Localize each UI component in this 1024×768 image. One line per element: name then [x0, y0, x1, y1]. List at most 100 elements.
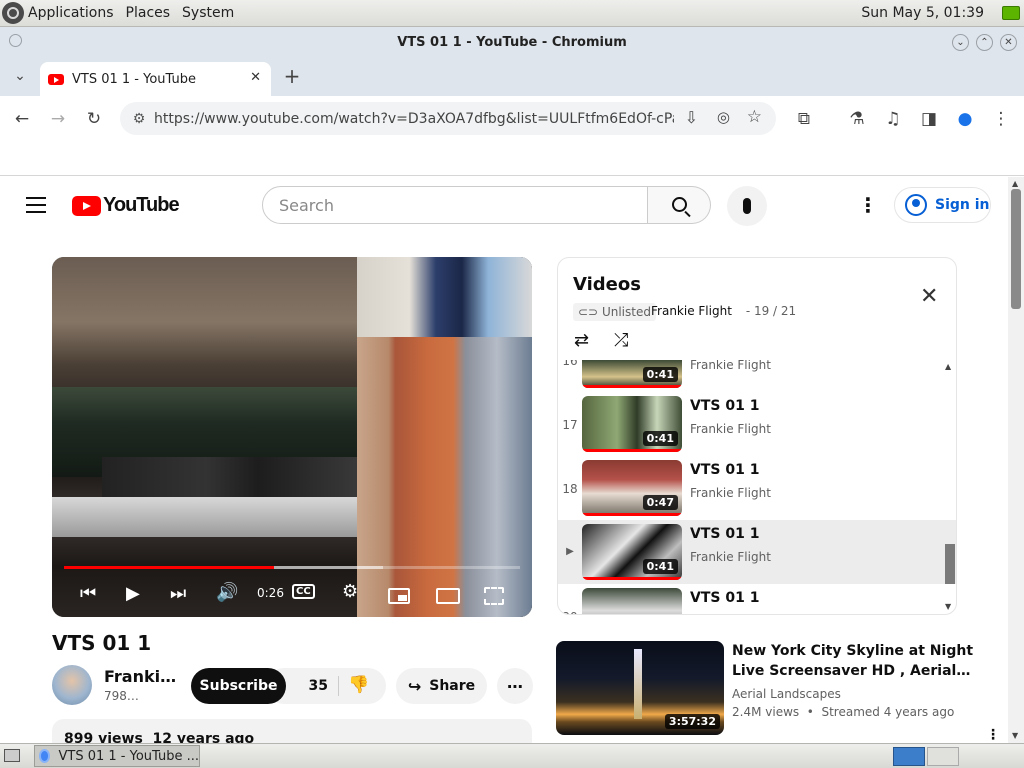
new-tab-button[interactable]: +	[280, 64, 304, 88]
settings-gear-icon[interactable]: ⚙	[342, 581, 358, 602]
close-window-button[interactable]: ✕	[1000, 34, 1017, 51]
youtube-favicon-icon	[48, 73, 64, 85]
volume-icon[interactable]: 🔊	[216, 582, 238, 603]
fullscreen-icon[interactable]	[484, 587, 504, 605]
playlist-position: - 19 / 21	[742, 304, 797, 318]
workspace-switcher-icon[interactable]	[893, 747, 925, 766]
back-button[interactable]: ←	[10, 107, 34, 131]
loop-icon[interactable]: ⇄	[574, 330, 589, 351]
white-shelf	[52, 497, 357, 537]
playlist-panel: Videos ✕ ⊂⊃ Unlisted Frankie Flight - 19…	[557, 257, 957, 615]
close-tab-icon[interactable]: ✕	[250, 70, 261, 85]
recommended-video[interactable]: 3:57:32 New York City Skyline at Night L…	[556, 641, 973, 735]
clock[interactable]: Sun May 5, 01:39	[861, 5, 984, 21]
sign-in-button[interactable]: Sign in	[894, 187, 991, 223]
scroll-thumb[interactable]	[1011, 189, 1021, 309]
taskbar-window-button[interactable]: VTS 01 1 - YouTube ...	[34, 745, 200, 767]
previous-icon[interactable]: ⏮	[80, 583, 96, 604]
progress-bar-track[interactable]	[64, 566, 520, 569]
playlist-item-channel: Frankie Flight	[690, 486, 771, 500]
playlist-scroll-down-icon[interactable]: ▼	[945, 602, 951, 611]
playlist-scroll-thumb[interactable]	[945, 544, 955, 584]
media-controls-icon[interactable]: ♫	[881, 107, 905, 131]
close-playlist-icon[interactable]: ✕	[920, 284, 938, 309]
battery-icon[interactable]	[1002, 6, 1020, 20]
url-text[interactable]: https://www.youtube.com/watch?v=D3aXOA7d…	[154, 111, 674, 127]
system-menu[interactable]: System	[182, 5, 234, 21]
subscribe-label: Subscribe	[199, 678, 278, 694]
browser-tab[interactable]: VTS 01 1 - YouTube ✕	[40, 62, 271, 96]
playlist-scroll-up-icon[interactable]: ▲	[945, 362, 951, 371]
youtube-page: YouTube Search ⋮ Sign in ⏮ ▶ ⏭ 🔊 0:26 CC…	[0, 177, 1008, 743]
applications-menu[interactable]: Applications	[28, 5, 114, 21]
site-info-icon[interactable]: ⚙	[124, 111, 154, 127]
play-icon[interactable]: ▶	[126, 583, 140, 604]
unlisted-badge: ⊂⊃ Unlisted	[573, 303, 656, 321]
playlist-item[interactable]: 18 0:47 VTS 01 1 Frankie Flight	[558, 456, 956, 520]
dislike-icon[interactable]: 👎	[348, 675, 369, 695]
subtitles-icon[interactable]: CC	[292, 584, 315, 599]
minimize-button[interactable]: ⌄	[952, 34, 969, 51]
search-input[interactable]: Search	[279, 196, 334, 215]
recommended-more-icon[interactable]: ⋮	[986, 727, 1000, 743]
share-button[interactable]: ↪ Share	[396, 668, 487, 704]
install-app-icon[interactable]: ⇩	[685, 108, 698, 127]
next-icon[interactable]: ⏭	[170, 583, 186, 604]
miniplayer-icon[interactable]	[388, 588, 410, 604]
workspace-switcher-blank[interactable]	[927, 747, 959, 766]
forward-button[interactable]: →	[46, 107, 70, 131]
playlist-title[interactable]: Videos	[573, 274, 641, 295]
playlist-item-current[interactable]: ▶ 0:41 VTS 01 1 Frankie Flight	[558, 520, 956, 584]
search-button[interactable]	[648, 186, 711, 224]
show-desktop-icon[interactable]	[4, 749, 20, 762]
recommended-meta: 2.4M views • Streamed 4 years ago	[732, 705, 955, 719]
settings-menu-icon[interactable]: ⋮	[858, 193, 878, 217]
side-panel-icon[interactable]: ◨	[917, 107, 941, 131]
description-box[interactable]: 899 views 12 years ago	[52, 719, 532, 743]
profile-icon[interactable]: ●	[953, 107, 977, 131]
voice-search-button[interactable]	[727, 186, 767, 226]
theater-mode-icon[interactable]	[436, 588, 460, 604]
playlist-item[interactable]: 17 0:41 VTS 01 1 Frankie Flight	[558, 392, 956, 456]
guide-menu-icon[interactable]	[26, 197, 46, 213]
duration-badge: 0:41	[642, 431, 678, 446]
playlist-item-title: VTS 01 1	[690, 462, 760, 478]
bookmark-star-icon[interactable]: ☆	[747, 107, 762, 127]
gnome-foot-icon[interactable]	[2, 2, 24, 24]
page-scrollbar[interactable]: ▲ ▼	[1008, 177, 1024, 743]
scroll-down-icon[interactable]: ▼	[1012, 731, 1018, 740]
youtube-logo[interactable]: YouTube	[72, 194, 180, 217]
tab-search-icon[interactable]: ⌄	[8, 64, 32, 88]
time-display: 0:26	[257, 586, 284, 600]
channel-name[interactable]: Franki…	[104, 667, 176, 686]
maximize-button[interactable]: ⌃	[976, 34, 993, 51]
chromium-icon	[39, 749, 51, 763]
playlist-item-thumbnail: 0:41	[582, 524, 682, 580]
subscribe-button[interactable]: Subscribe	[191, 668, 286, 704]
recommended-title-line1: New York City Skyline at Night	[732, 643, 974, 659]
shuffle-icon[interactable]: ⤮	[614, 330, 628, 351]
window-menu-button[interactable]	[9, 34, 22, 47]
scroll-up-icon[interactable]: ▲	[1012, 179, 1018, 188]
channel-avatar[interactable]	[52, 665, 92, 705]
search-icon	[671, 197, 691, 218]
playlist-owner[interactable]: Frankie Flight	[651, 304, 732, 318]
playlist-item[interactable]: 20 VTS 01 1	[558, 584, 956, 614]
search-box[interactable]: Search	[262, 186, 648, 224]
sign-in-label: Sign in	[935, 197, 990, 213]
extensions-icon[interactable]: ⧉	[792, 107, 816, 131]
video-player[interactable]: ⏮ ▶ ⏭ 🔊 0:26 CC ⚙	[52, 257, 532, 617]
address-bar[interactable]: ⚙ https://www.youtube.com/watch?v=D3aXOA…	[120, 102, 776, 135]
more-actions-button[interactable]: ⋯	[497, 668, 533, 704]
video-title: VTS 01 1	[52, 631, 152, 655]
reload-button[interactable]: ↻	[82, 107, 106, 131]
view-count-date: 899 views 12 years ago	[64, 731, 255, 743]
recommended-thumbnail: 3:57:32	[556, 641, 724, 735]
places-menu[interactable]: Places	[126, 5, 171, 21]
chrome-menu-icon[interactable]: ⋮	[989, 107, 1013, 131]
labs-icon[interactable]: ⚗	[845, 107, 869, 131]
playlist-item[interactable]: 16 0:41 Frankie Flight	[558, 360, 956, 392]
playlist-item-channel: Frankie Flight	[690, 550, 771, 564]
youtube-logo-text: YouTube	[103, 194, 180, 216]
tracking-protection-icon[interactable]: ◎	[717, 108, 730, 126]
